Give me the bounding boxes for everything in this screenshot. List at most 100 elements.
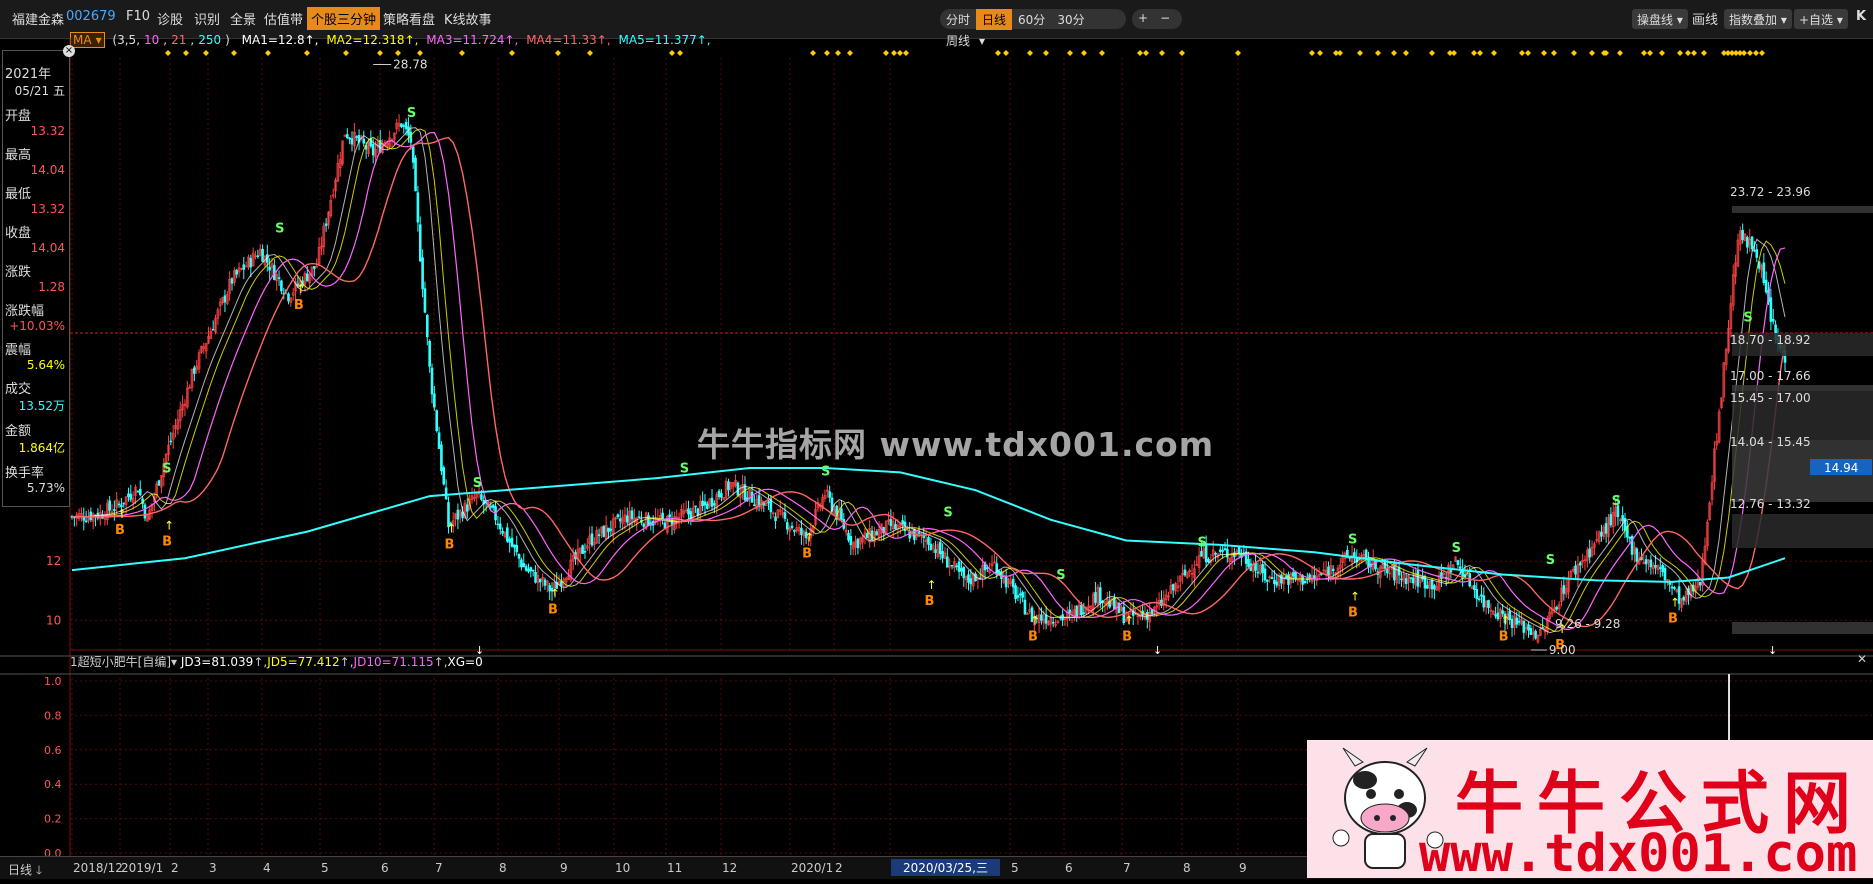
candle-body xyxy=(1515,617,1519,625)
event-diamond-icon xyxy=(1641,50,1647,56)
menu-identify[interactable]: 识别 xyxy=(194,9,220,28)
buy-arrow-icon: ↑ xyxy=(296,282,306,296)
menu-valuation[interactable]: 估值带 xyxy=(264,9,303,28)
candle-body xyxy=(508,538,511,543)
close-sub-chart-icon[interactable]: ✕ xyxy=(1857,652,1867,666)
draw-line-button[interactable]: 画线 xyxy=(1692,9,1718,28)
info-label-1: 最高 xyxy=(5,148,32,163)
candle-body xyxy=(435,410,439,431)
info-value-6: 5.64% xyxy=(26,358,65,372)
menu-panorama[interactable]: 全景 xyxy=(230,9,256,28)
sell-marker: S xyxy=(407,106,416,121)
buy-arrow-icon: ↑ xyxy=(1124,613,1134,627)
event-diamond-icon xyxy=(1753,50,1759,56)
event-diamond-icon xyxy=(395,50,401,56)
candle-body xyxy=(1284,576,1288,579)
candle-body xyxy=(889,519,893,527)
candle-body xyxy=(694,505,697,508)
zoom-in-button[interactable]: + xyxy=(1132,9,1154,27)
event-diamond-icon xyxy=(897,50,903,56)
candle-body xyxy=(1409,577,1413,579)
info-value-2: 13.32 xyxy=(30,202,65,216)
candle-body xyxy=(1682,596,1686,601)
candle-body xyxy=(402,125,406,127)
menu-strategy[interactable]: 策略看盘 xyxy=(383,9,435,28)
candle-body xyxy=(1517,620,1521,623)
candle-body xyxy=(1658,567,1662,569)
event-diamond-icon xyxy=(1235,50,1241,56)
y-tick-label: 12 xyxy=(46,554,61,568)
index-overlay-button[interactable]: 指数叠加 ▾ xyxy=(1724,9,1792,29)
candle-body xyxy=(1698,581,1702,586)
candle-body xyxy=(1458,566,1462,569)
k-button[interactable]: K xyxy=(1856,9,1866,24)
x-tick-label: 2018/12 xyxy=(73,861,123,875)
candle-body xyxy=(501,530,504,534)
candle-body xyxy=(430,367,434,395)
trading-line-button[interactable]: 操盘线 ▾ xyxy=(1632,9,1688,29)
candle-body xyxy=(235,269,239,275)
event-diamond-icon xyxy=(183,50,189,56)
watchlist-button[interactable]: +自选 ▾ xyxy=(1794,9,1848,29)
x-tick-label: 7 xyxy=(1123,861,1131,875)
candle-body xyxy=(847,532,850,541)
down-arrow-icon: ↓ xyxy=(1153,644,1162,657)
period-60min[interactable]: 60分 xyxy=(1012,9,1051,30)
info-label-6: 震幅 xyxy=(5,343,32,358)
price-band xyxy=(1732,622,1873,634)
sub-y-tick-label: 1.0 xyxy=(44,675,62,688)
event-diamond-icon xyxy=(1137,50,1143,56)
event-diamond-icon xyxy=(1159,50,1165,56)
candle-body xyxy=(1578,562,1582,566)
candle-body xyxy=(1331,568,1335,571)
price-band xyxy=(1732,206,1873,213)
candle-body xyxy=(706,503,709,509)
event-diamond-icon xyxy=(1647,50,1653,56)
event-diamond-icon xyxy=(459,50,465,56)
sub-indicator-selector[interactable]: 1超短小肥牛[自编]▾ xyxy=(70,655,177,669)
candle-body xyxy=(1473,585,1476,591)
menu-three-minutes[interactable]: 个股三分钟 xyxy=(307,7,381,30)
candle-body xyxy=(701,500,704,506)
ma1-line xyxy=(72,127,1786,634)
period-label[interactable]: 日线 🡓 xyxy=(8,861,42,882)
sub-y-tick-label: 0.2 xyxy=(44,813,62,826)
candle-body xyxy=(529,567,533,572)
candle-body xyxy=(917,532,921,534)
buy-arrow-icon: ↑ xyxy=(164,519,174,533)
candle-body xyxy=(242,264,246,270)
buy-marker: B xyxy=(802,546,812,561)
sell-marker: S xyxy=(1743,310,1752,325)
info-value-9: 5.73% xyxy=(26,481,65,495)
candle-body xyxy=(1256,571,1260,574)
sub-y-tick-label: 0.0 xyxy=(44,847,62,856)
candle-body xyxy=(1068,609,1071,614)
candle-body xyxy=(1301,575,1304,585)
period-daily[interactable]: 日线 xyxy=(976,9,1013,30)
zoom-out-button[interactable]: − xyxy=(1154,9,1176,27)
candle-body xyxy=(1668,582,1672,585)
close-icon[interactable]: × xyxy=(63,45,75,57)
stock-code[interactable]: 002679 xyxy=(66,9,116,24)
period-30min[interactable]: 30分 xyxy=(1051,9,1090,30)
candle-body xyxy=(1098,587,1102,604)
quote-info-panel: × 2021年 05/21 五 开盘 13.32 最高 14.04 最低 13.32 收盘 1… xyxy=(2,45,75,507)
info-value-7: 13.52万 xyxy=(18,399,65,413)
sub-indicator-legend: 1超短小肥牛[自编]▾ JD3=81.039↑,JD5=77.412↑,JD10… xyxy=(70,655,483,669)
jd10-value: JD10=71.115 xyxy=(353,655,434,669)
candle-body xyxy=(713,503,716,506)
x-tick-label: 4 xyxy=(263,861,271,875)
candle-body xyxy=(668,514,671,518)
period-timeshare[interactable]: 分时 xyxy=(940,9,976,30)
buy-arrow-icon: ↑ xyxy=(1670,596,1680,610)
candle-body xyxy=(1480,594,1483,597)
sell-marker: S xyxy=(1197,535,1206,550)
menu-diagnose[interactable]: 诊股 xyxy=(157,9,183,28)
candle-body xyxy=(466,504,469,512)
event-diamond-icon xyxy=(1617,50,1623,56)
candle-body xyxy=(609,528,613,531)
x-tick-label: 6 xyxy=(381,861,389,875)
candle-body xyxy=(1529,627,1533,635)
menu-f10[interactable]: F10 xyxy=(126,9,150,24)
menu-kline-story[interactable]: K线故事 xyxy=(444,9,492,28)
